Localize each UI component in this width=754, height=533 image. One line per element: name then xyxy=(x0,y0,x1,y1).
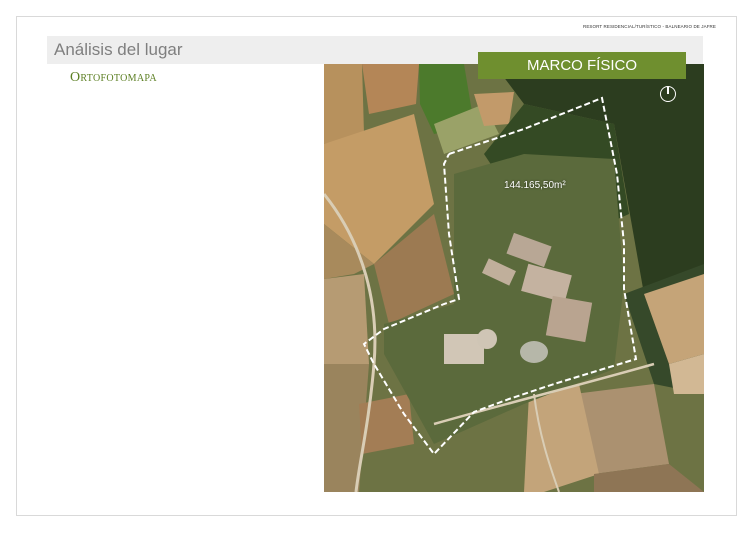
section-subtitle: Ortofotomapa xyxy=(70,70,157,85)
project-name: RESORT RESIDENCIAL/TURÍSTICO - BALNEARIO… xyxy=(582,24,716,29)
site-area-label: 144.165,50m² xyxy=(504,180,566,191)
north-arrow-icon xyxy=(660,86,676,102)
section-badge: MARCO FÍSICO xyxy=(478,52,686,79)
page-title: Análisis del lugar xyxy=(54,40,183,59)
aerial-photo-map: 144.165,50m² xyxy=(324,64,704,492)
aerial-photo xyxy=(324,64,704,492)
